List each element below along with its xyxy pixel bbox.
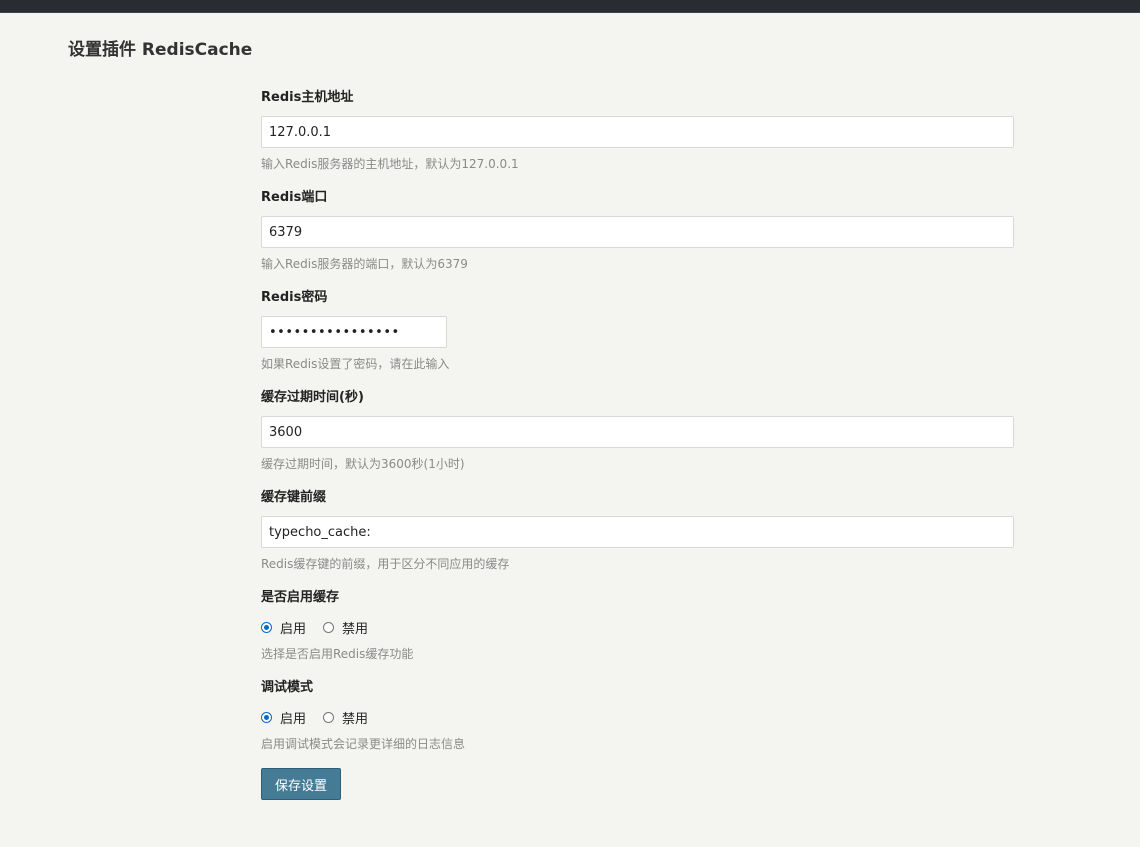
redis-password-input[interactable]	[261, 316, 447, 348]
plugin-settings-form: Redis主机地址 输入Redis服务器的主机地址，默认为127.0.0.1 R…	[261, 88, 1014, 768]
save-settings-button[interactable]: 保存设置	[261, 768, 341, 800]
redis-password-description: 如果Redis设置了密码，请在此输入	[261, 357, 450, 371]
enable-cache-option-off-label: 禁用	[342, 621, 369, 637]
enable-cache-option-off[interactable]: 禁用	[323, 618, 368, 637]
redis-host-description: 输入Redis服务器的主机地址，默认为127.0.0.1	[261, 157, 519, 171]
redis-password-field: Redis密码 如果Redis设置了密码，请在此输入	[261, 288, 1014, 371]
enable-cache-option-on[interactable]: 启用	[261, 618, 306, 637]
radio-checked-icon[interactable]	[261, 621, 272, 633]
debug-mode-radio-group: 启用 禁用	[261, 707, 385, 727]
top-navigation-bar	[0, 0, 1140, 13]
debug-mode-option-off-label: 禁用	[342, 711, 369, 727]
redis-host-input[interactable]	[261, 116, 1014, 148]
redis-port-input[interactable]	[261, 216, 1014, 248]
cache-prefix-field: 缓存键前缀 Redis缓存键的前缀，用于区分不同应用的缓存	[261, 488, 1014, 571]
debug-mode-option-on[interactable]: 启用	[261, 708, 306, 727]
enable-cache-radio-group: 启用 禁用	[261, 617, 385, 637]
enable-cache-label: 是否启用缓存	[261, 590, 340, 605]
cache-expire-label: 缓存过期时间(秒)	[261, 390, 364, 405]
cache-expire-field: 缓存过期时间(秒) 缓存过期时间，默认为3600秒(1小时)	[261, 388, 1014, 471]
cache-expire-input[interactable]	[261, 416, 1014, 448]
redis-password-label: Redis密码	[261, 290, 328, 305]
enable-cache-option-on-label: 启用	[280, 621, 307, 637]
radio-checked-icon[interactable]	[261, 711, 272, 723]
debug-mode-option-off[interactable]: 禁用	[323, 708, 368, 727]
enable-cache-field: 是否启用缓存 启用 禁用 选择是否启用Redis缓存功能	[261, 588, 1014, 661]
redis-port-label: Redis端口	[261, 190, 328, 205]
enable-cache-description: 选择是否启用Redis缓存功能	[261, 647, 414, 661]
page-title: 设置插件 RedisCache	[68, 40, 253, 60]
radio-unchecked-icon[interactable]	[323, 621, 335, 633]
debug-mode-label: 调试模式	[261, 680, 314, 695]
cache-prefix-input[interactable]	[261, 516, 1014, 548]
redis-port-field: Redis端口 输入Redis服务器的端口，默认为6379	[261, 188, 1014, 271]
cache-expire-description: 缓存过期时间，默认为3600秒(1小时)	[261, 457, 465, 471]
redis-host-field: Redis主机地址 输入Redis服务器的主机地址，默认为127.0.0.1	[261, 88, 1014, 171]
cache-prefix-description: Redis缓存键的前缀，用于区分不同应用的缓存	[261, 557, 510, 571]
radio-unchecked-icon[interactable]	[323, 711, 335, 723]
debug-mode-field: 调试模式 启用 禁用 启用调试模式会记录更详细的日志信息	[261, 678, 1014, 751]
redis-port-description: 输入Redis服务器的端口，默认为6379	[261, 257, 468, 271]
debug-mode-description: 启用调试模式会记录更详细的日志信息	[261, 737, 466, 751]
debug-mode-option-on-label: 启用	[280, 711, 307, 727]
cache-prefix-label: 缓存键前缀	[261, 490, 327, 505]
redis-host-label: Redis主机地址	[261, 90, 354, 105]
